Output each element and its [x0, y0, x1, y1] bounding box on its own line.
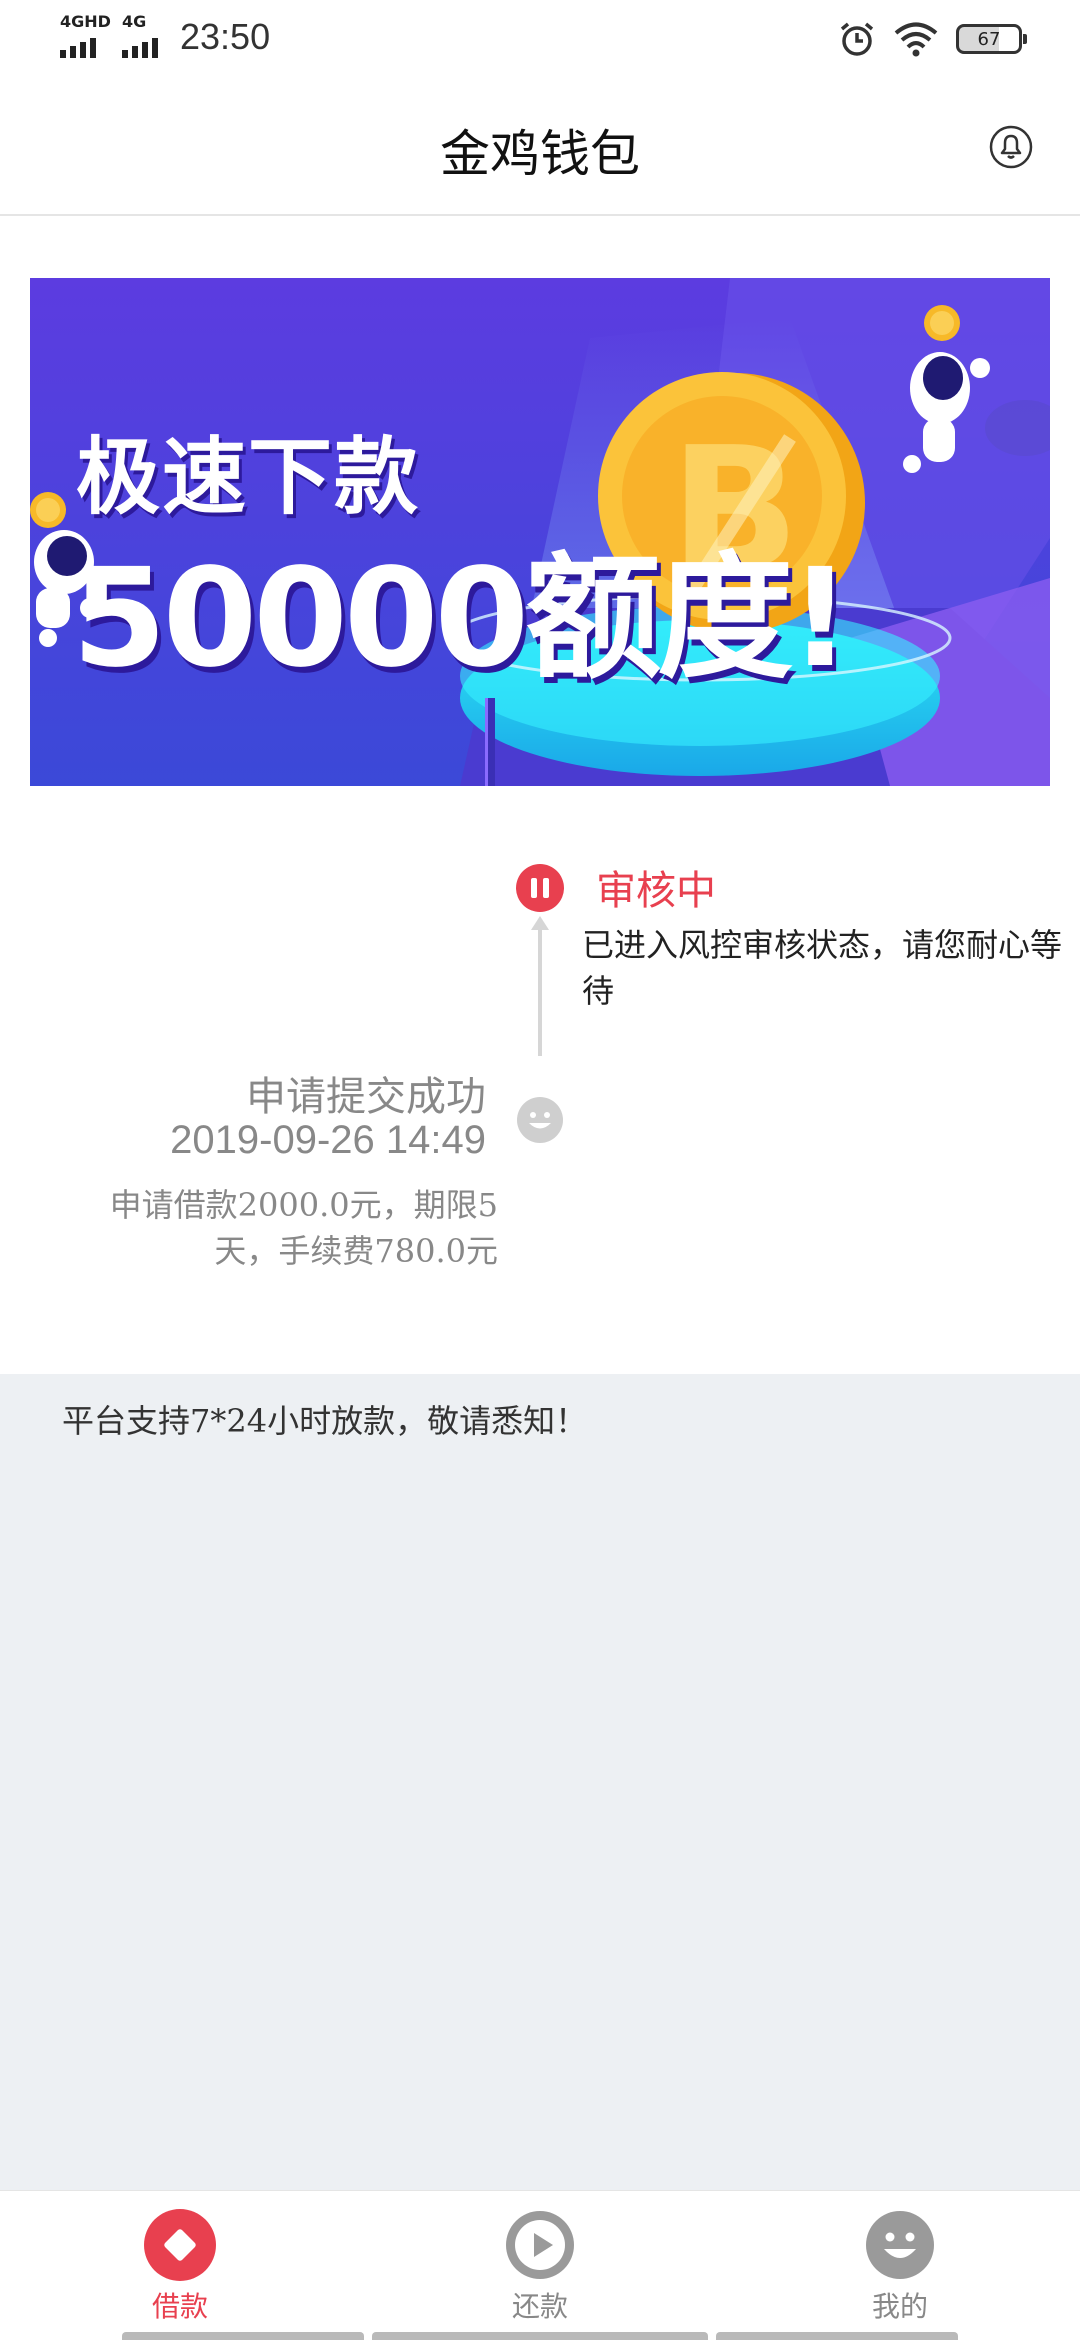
- status-left: 4GHD 4G 23:50: [60, 14, 270, 60]
- nav-indicator-segment: [716, 2332, 958, 2340]
- status-bar: 4GHD 4G 23:50 67: [0, 0, 1080, 80]
- smiley-icon: [866, 2211, 934, 2279]
- submit-status-title: 申请提交成功: [246, 1074, 486, 1120]
- pause-icon: [516, 864, 564, 912]
- banner-amount: 50000额度!: [72, 540, 851, 698]
- tab-repay[interactable]: 还款: [460, 2209, 620, 2329]
- tab-mine-label: 我的: [871, 2290, 928, 2323]
- bell-icon[interactable]: [988, 124, 1034, 170]
- network-type-1: 4GHD: [60, 12, 111, 31]
- nav-indicator-segment: [122, 2332, 364, 2340]
- submit-timestamp: 2019-09-26 14:49: [170, 1118, 486, 1162]
- page-title: 金鸡钱包: [440, 125, 640, 183]
- battery-level: 67: [977, 28, 1001, 50]
- smiley-icon: [517, 1097, 563, 1143]
- alarm-icon: [840, 22, 874, 56]
- wifi-icon: [894, 22, 938, 57]
- app-header: 金鸡钱包: [0, 80, 1080, 216]
- status-time: 23:50: [180, 16, 271, 57]
- status-right: 67: [838, 20, 1027, 58]
- review-status-title: 审核中: [596, 868, 716, 914]
- bottom-tab-bar: 借款 还款 我的: [0, 2190, 1080, 2340]
- diamond-icon: [144, 2209, 216, 2281]
- network-type-2: 4G: [122, 12, 147, 31]
- promo-banner[interactable]: B 极速下款 50000额度!: [30, 278, 1050, 786]
- tab-borrow-label: 借款: [151, 2290, 208, 2323]
- battery-icon: 67: [956, 24, 1027, 54]
- notice-text: 平台支持7*24小时放款，敬请悉知！: [62, 1402, 588, 1440]
- notice-section: 平台支持7*24小时放款，敬请悉知！: [0, 1374, 1080, 2190]
- timeline-arrow: [531, 916, 549, 1056]
- review-status-description: 已进入风控审核状态，请您耐心等待: [582, 926, 1063, 1010]
- nav-indicator-segment: [372, 2332, 708, 2340]
- submit-details: 申请借款2000.0元，期限5天，手续费780.0元: [109, 1186, 498, 1270]
- tab-borrow[interactable]: 借款: [100, 2209, 260, 2329]
- tab-repay-label: 还款: [511, 2290, 568, 2323]
- play-icon: [506, 2211, 574, 2279]
- tab-mine[interactable]: 我的: [820, 2209, 980, 2329]
- signal-4ghd-icon: 4GHD: [60, 12, 111, 60]
- signal-4g-icon: 4G: [122, 14, 162, 60]
